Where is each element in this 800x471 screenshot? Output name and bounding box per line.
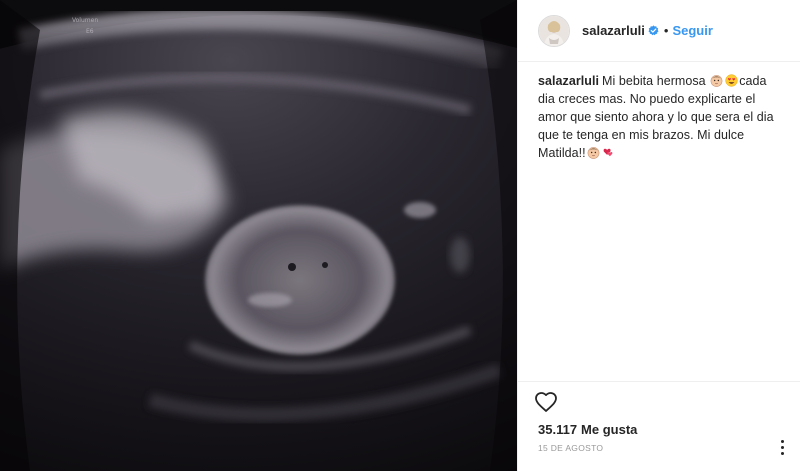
caption-text-1: Mi bebita hermosa (602, 74, 710, 88)
post-footer: 35.117 Me gusta 15 DE AGOSTO (518, 381, 800, 471)
follow-button[interactable]: Seguir (672, 23, 712, 38)
ultrasound-label-volume: Volumen (72, 17, 98, 24)
verified-badge-icon (648, 25, 659, 36)
ultrasound-image: Volumen E6 (0, 0, 517, 471)
caption: salazarluli Mi bebita hermosa cada dia cr… (518, 62, 800, 381)
more-dot (781, 446, 784, 449)
post-date[interactable]: 15 DE AGOSTO (538, 443, 784, 453)
post-image[interactable]: Volumen E6 (0, 0, 517, 471)
profile-photo-icon (539, 15, 569, 46)
heart-icon[interactable] (534, 390, 558, 414)
baby-face-emoji-icon (710, 75, 723, 87)
post-header: salazarluli • Seguir (518, 0, 800, 62)
avatar[interactable] (538, 14, 570, 47)
more-dot (781, 452, 784, 455)
ultrasound-label-code: E6 (86, 28, 94, 35)
likes-label: Me gusta (581, 422, 638, 437)
post-username[interactable]: salazarluli (582, 23, 645, 38)
instagram-post: Volumen E6 salazarluli • Seguir salazarl… (0, 0, 800, 471)
more-options-icon[interactable] (780, 440, 786, 458)
likes-summary[interactable]: 35.117 Me gusta (538, 422, 784, 437)
baby-face-emoji-icon (587, 147, 600, 159)
caption-username[interactable]: salazarluli (538, 74, 599, 88)
heart-eyes-emoji-icon (725, 74, 738, 87)
post-actions (534, 382, 784, 422)
post-sidebar: salazarluli • Seguir salazarluli Mi bebit… (517, 0, 800, 471)
likes-count: 35.117 (538, 422, 578, 437)
revolving-hearts-emoji-icon (603, 148, 613, 157)
more-dot (781, 440, 784, 443)
header-separator: • (663, 23, 669, 38)
